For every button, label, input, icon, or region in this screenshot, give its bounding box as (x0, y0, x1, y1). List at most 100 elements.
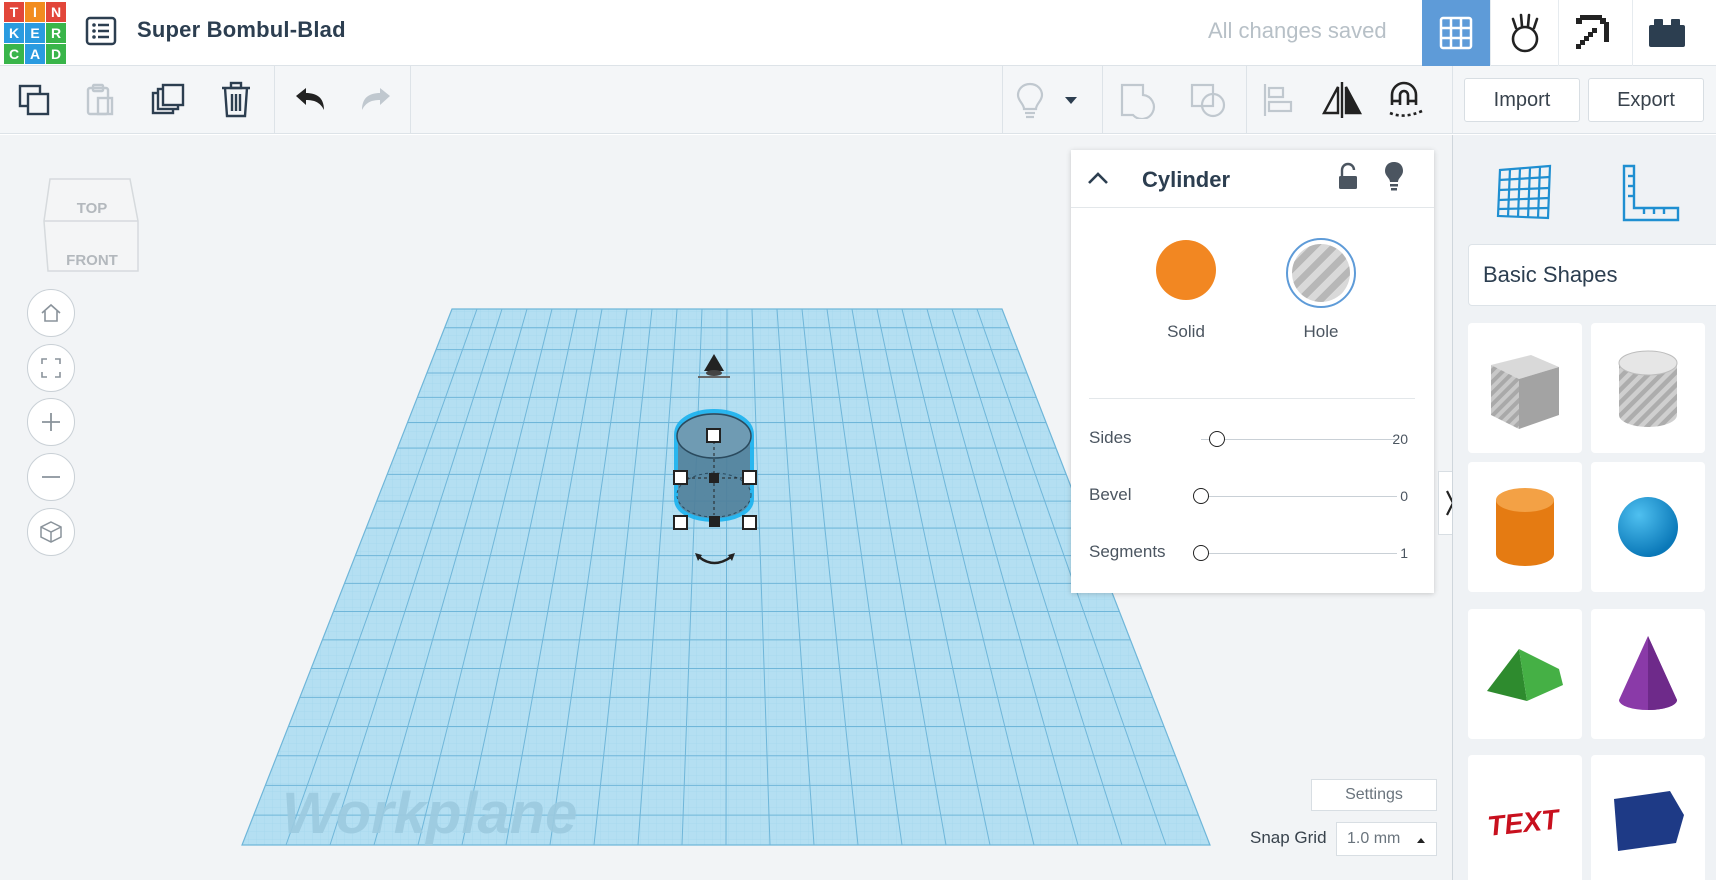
export-button[interactable]: Export (1588, 78, 1704, 122)
shape-sphere[interactable] (1591, 462, 1705, 592)
hole-swatch[interactable] (1286, 238, 1356, 308)
lightbulb-icon[interactable] (1383, 160, 1405, 192)
snap-grid-select[interactable]: 1.0 mm (1336, 822, 1437, 856)
logo-letter: N (46, 2, 66, 22)
tab-sim-lab[interactable] (1490, 0, 1558, 66)
shape-inspector: Cylinder Solid Hole Sides 20 Bevel 0 Seg… (1071, 150, 1434, 593)
paste-button[interactable] (76, 76, 124, 124)
caret-up-icon (1417, 838, 1425, 843)
view-cube-front[interactable]: FRONT (66, 252, 118, 269)
zoom-out-icon (42, 476, 60, 478)
cone-icon (1619, 636, 1677, 710)
roof-icon (1487, 649, 1563, 701)
sides-slider-track[interactable] (1201, 439, 1397, 440)
lock-icon[interactable] (1336, 162, 1360, 192)
solid-label: Solid (1167, 322, 1205, 341)
perspective-icon (40, 521, 62, 543)
redo-icon (362, 88, 390, 110)
shape-category-select[interactable]: Basic Shapes (1468, 244, 1716, 306)
shape-cylinder-hole[interactable] (1591, 323, 1705, 453)
sides-slider-handle[interactable] (1208, 431, 1225, 447)
group-button[interactable] (1114, 76, 1162, 124)
import-button[interactable]: Import (1464, 78, 1580, 122)
bevel-slider-track[interactable] (1201, 496, 1397, 497)
align-button[interactable] (1254, 76, 1302, 124)
design-list-button[interactable] (84, 14, 118, 48)
tinkercad-logo[interactable]: T I N K E R C A D (4, 2, 66, 64)
inspector-title: Cylinder (1142, 167, 1231, 192)
workplane-label: Workplane (282, 781, 577, 846)
workplane-tool[interactable] (1485, 153, 1565, 233)
settings-button[interactable]: Settings (1311, 779, 1437, 811)
logo-letter: R (46, 23, 66, 43)
toolbar: Import Export (0, 66, 1716, 134)
tab-minecraft[interactable] (1558, 0, 1626, 66)
cylinder-icon (1496, 488, 1554, 566)
tab-bricks[interactable] (1632, 0, 1700, 66)
logo-letter: I (25, 2, 45, 22)
paste-icon (86, 83, 114, 116)
shape-box-hole[interactable] (1468, 323, 1582, 453)
logo-letter: K (4, 23, 24, 43)
magnet-icon (1389, 81, 1423, 117)
snap-grid-value: 1.0 mm (1347, 830, 1401, 847)
zoom-out-button[interactable] (27, 453, 75, 501)
fit-view-button[interactable] (27, 344, 75, 392)
workplane-tool-icon (1496, 164, 1552, 220)
delete-button[interactable] (212, 76, 260, 124)
design-title[interactable]: Super Bombul-Blad (137, 17, 346, 43)
logo-letter: C (4, 44, 24, 64)
shape-cylinder[interactable] (1468, 462, 1582, 592)
solid-swatch[interactable] (1156, 240, 1216, 300)
home-view-button[interactable] (27, 289, 75, 337)
inspector-header: Cylinder (1071, 150, 1434, 208)
text-shape-icon: TEXT (1486, 803, 1563, 842)
duplicate-button[interactable] (144, 76, 192, 124)
zoom-in-button[interactable] (27, 398, 75, 446)
bevel-label: Bevel (1089, 485, 1132, 504)
hole-label: Hole (1303, 322, 1339, 341)
sides-value[interactable]: 20 (1392, 431, 1408, 447)
ungroup-button[interactable] (1184, 76, 1232, 124)
logo-letter: A (25, 44, 45, 64)
delete-icon (222, 81, 250, 118)
view-cube[interactable]: TOP FRONT (42, 169, 142, 286)
copy-button[interactable] (10, 76, 58, 124)
group-icon (1120, 83, 1155, 119)
view-cube-top[interactable]: TOP (77, 200, 108, 217)
logo-letter: T (4, 2, 24, 22)
segments-value[interactable]: 1 (1400, 545, 1408, 561)
notes-button[interactable] (1006, 76, 1054, 124)
tab-3d-design[interactable] (1422, 0, 1490, 66)
collapse-chevron-icon[interactable] (1087, 170, 1109, 186)
snap-grid-label: Snap Grid (1250, 828, 1327, 847)
shape-text[interactable]: TEXT (1468, 755, 1582, 880)
minecraft-pickaxe-icon (1575, 15, 1609, 49)
save-status: All changes saved (1208, 18, 1387, 43)
perspective-button[interactable] (27, 508, 75, 556)
home-icon (41, 303, 61, 322)
notes-dropdown[interactable] (1056, 76, 1086, 124)
redo-button[interactable] (352, 76, 400, 124)
3d-view-grid-icon (1439, 16, 1473, 50)
shape-roof[interactable] (1468, 609, 1582, 739)
list-icon (85, 16, 117, 46)
shape-cone[interactable] (1591, 609, 1705, 739)
align-icon (1263, 84, 1293, 116)
undo-button[interactable] (286, 76, 334, 124)
segments-slider-track[interactable] (1201, 553, 1397, 554)
workplane-grid[interactable] (241, 308, 1211, 846)
mirror-icon (1321, 82, 1363, 118)
cruise-button[interactable] (1382, 76, 1430, 124)
mirror-button[interactable] (1318, 76, 1366, 124)
ruler-tool-icon (1622, 164, 1680, 222)
bricks-icon (1648, 19, 1685, 47)
bevel-slider-handle[interactable] (1193, 488, 1209, 504)
segments-slider-handle[interactable] (1193, 545, 1209, 561)
top-bar: T I N K E R C A D Super Bombul-Blad All … (0, 0, 1716, 66)
logo-letter: E (25, 23, 45, 43)
bevel-value[interactable]: 0 (1400, 488, 1408, 504)
selected-cylinder[interactable] (674, 409, 754, 522)
ruler-tool[interactable] (1611, 153, 1691, 233)
shape-polygon[interactable] (1591, 755, 1705, 880)
